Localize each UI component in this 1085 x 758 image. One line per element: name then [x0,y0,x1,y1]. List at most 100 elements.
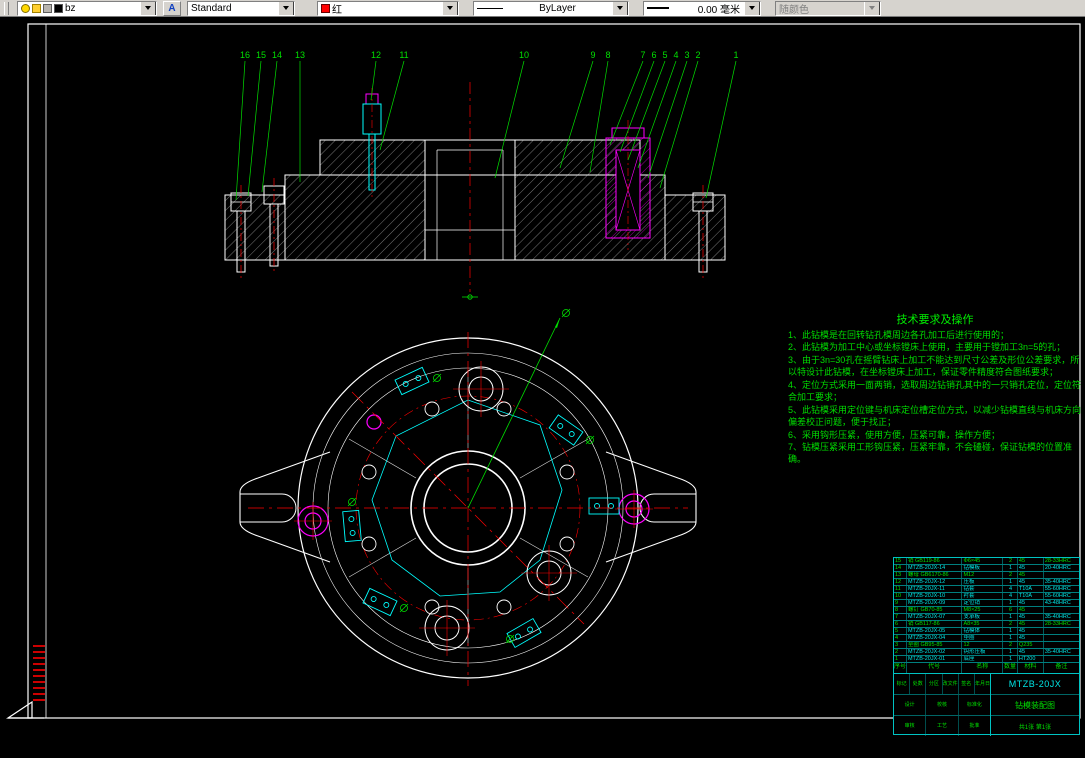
bom-cell-note: 35-40HRC [1044,649,1071,655]
text-style-dropdown-button[interactable] [278,1,294,15]
drill-bushing-section [605,120,651,250]
bom-cell-seq: 11 [894,586,907,592]
color-combo[interactable]: 红 [317,0,459,16]
bom-cell-seq: 14 [894,565,907,571]
lineweight-dropdown-button[interactable] [744,1,760,15]
bom-cell-note: 28-33HRC [1044,621,1071,627]
bom-cell-name: 底座 [962,656,1004,662]
bom-cell-note [1044,656,1079,662]
signature-cell: 年月日 [974,680,990,687]
bom-cell-qty: 1 [1003,565,1018,571]
bom-row: 6销 GB117-86 A8×35 2 45 28-33HRC [894,621,1079,628]
callout-number: 5 [662,50,667,60]
linetype-combo[interactable]: ByLayer [473,0,629,16]
bom-cell-code: MTZB-20JX-07 [907,614,963,620]
text-style-name: Standard [191,2,232,14]
bom-cell-code: 螺母 GB6170-86 [907,572,963,578]
bom-cell-code: 销 GB117-86 [907,621,963,627]
bom-header-cell: 材料 [1018,663,1044,673]
callout-leader [235,60,246,201]
bom-cell-qty: 1 [1003,635,1018,641]
bom-cell-mat: HT200 [1018,656,1044,662]
plan-view [239,308,697,686]
callout-number: 12 [371,50,381,60]
bom-cell-code: 销 GB119-86 [907,558,963,564]
drawing-canvas[interactable]: 16 15 14 13 12 11 10 9 8 7 6 5 4 3 2 1 技… [0,17,1085,741]
tech-note-item: 3、由于3n=30孔在摇臂钻床上加工不能达到尺寸公差及形位公差要求，所以特设计此… [788,355,1080,378]
bom-cell-seq: 1 [894,656,907,662]
bom-cell-name: 钻套 [962,586,1004,592]
bom-header-cell: 代号 [907,663,963,673]
bom-cell-mat: 45 [1018,614,1044,620]
text-style-combo[interactable]: Standard [187,0,295,16]
bom-cell-qty: 4 [1003,586,1018,592]
bom-cell-code: 螺钉 GB70-85 [907,607,963,613]
bom-cell-code: MTZB-20JX-01 [907,656,963,662]
bom-row: 14 MTZB-20JX-14 钻模板 1 45 20-40HRC [894,565,1079,572]
sheet-info: 共1张 第1张 [1018,724,1052,731]
bom-cell-qty: 2 [1003,558,1018,564]
layer-combo[interactable]: bz [17,0,157,16]
bom-cell-mat: 45 [1018,621,1044,627]
bom-cell-name: M8×25 [962,607,1004,613]
bom-cell-mat: 45 [1018,635,1044,641]
signature-cell: 校核 [926,695,959,715]
callout-number: 3 [684,50,689,60]
bom-cell-seq: 4 [894,635,907,641]
bom-cell-mat: 45 [1018,628,1044,634]
callout-number: 13 [295,50,305,60]
bom-row: 9 MTZB-20JX-09 定位销 1 45 43-48HRC [894,600,1079,607]
signature-row: 标记处数分区更改文件号签名年月日 [894,674,990,695]
signature-cell: 更改文件号 [943,674,959,694]
bom-row: 2 MTZB-20JX-02 钩形压板 1 45 35-40HRC [894,649,1079,656]
bom-cell-name: 定位销 [962,600,1004,606]
layer-dropdown-button[interactable] [140,1,156,15]
bom-cell-name: 钻模板 [962,565,1004,571]
callout-leader [261,60,278,193]
chevron-down-icon [749,6,755,10]
bom-cell-note: 20-40HRC [1044,565,1071,571]
layer-freeze-icon [32,3,41,13]
callout-leader [247,60,262,197]
bom-cell-seq: 8 [894,607,907,613]
bom-cell-qty: 1 [1003,614,1018,620]
bom-row: 11 MTZB-20JX-11 钻套 4 T10A 55-60HRC [894,586,1079,593]
bom-cell-name: Φ6×45 [962,558,1004,564]
bom-row: 8 螺钉 GB70-85 M8×25 6 45 [894,607,1079,614]
bom-row: 3 垫圈 GB95-85 12 2 Q235 [894,642,1079,649]
bom-cell-seq: 7 [894,614,907,620]
title-block-bottom: 标记处数分区更改文件号签名年月日设计校核标准化审核工艺 批准 MTZB-20JX … [894,674,1079,736]
plot-style-combo: 随颜色 [775,0,881,16]
bom-row: 15 销 GB119-86 Φ6×45 2 45 28-33HRC [894,558,1079,565]
signature-row: 审核 工艺 批准 [894,716,990,736]
bom-cell-note [1044,628,1079,634]
bom-cell-note [1044,635,1079,641]
bom-row: 7 MTZB-20JX-07 支承板 1 45 35-40HRC [894,614,1079,621]
lineweight-combo[interactable]: 0.00 毫米 [643,0,761,16]
bom-cell-name: 支承板 [962,614,1004,620]
bom-cell-name: 压板 [962,579,1004,585]
bom-cell-mat: 45 [1018,558,1044,564]
toolbar-grip[interactable] [4,1,9,15]
technical-notes: 技术要求及操作 1、此钻模是在回转钻孔模周边各孔加工后进行使用的； 2、此钻模为加… [788,313,1082,467]
color-dropdown-button[interactable] [442,1,458,15]
chevron-down-icon [617,6,623,10]
text-style-button[interactable]: A [163,0,181,16]
tech-note-item: 5、此钻模采用定位键与机床定位槽定位方式，以减少钻模直线与机床方向偏差校正问题，… [788,404,1082,427]
callout-number: 14 [272,50,282,60]
linetype-dropdown-button[interactable] [612,1,628,15]
bom-cell-note: 43-48HRC [1044,600,1071,606]
bom-header-cell: 数量 [1003,663,1018,673]
bom-cell-name: 12 [962,642,1004,648]
bom-cell-mat: 45 [1018,565,1044,571]
bom-cell-qty: 1 [1003,649,1018,655]
bom-cell-note: 35-40HRC [1044,579,1071,585]
bom-cell-seq: 5 [894,628,907,634]
bom-cell-seq: 13 [894,572,907,578]
linetype-name: ByLayer [539,2,576,14]
signature-cell: 分区 [926,674,943,694]
bom-cell-seq: 15 [894,558,907,564]
lineweight-value: 0.00 毫米 [697,4,740,16]
bom-cell-code: MTZB-20JX-04 [907,635,963,641]
chevron-down-icon [145,6,151,10]
